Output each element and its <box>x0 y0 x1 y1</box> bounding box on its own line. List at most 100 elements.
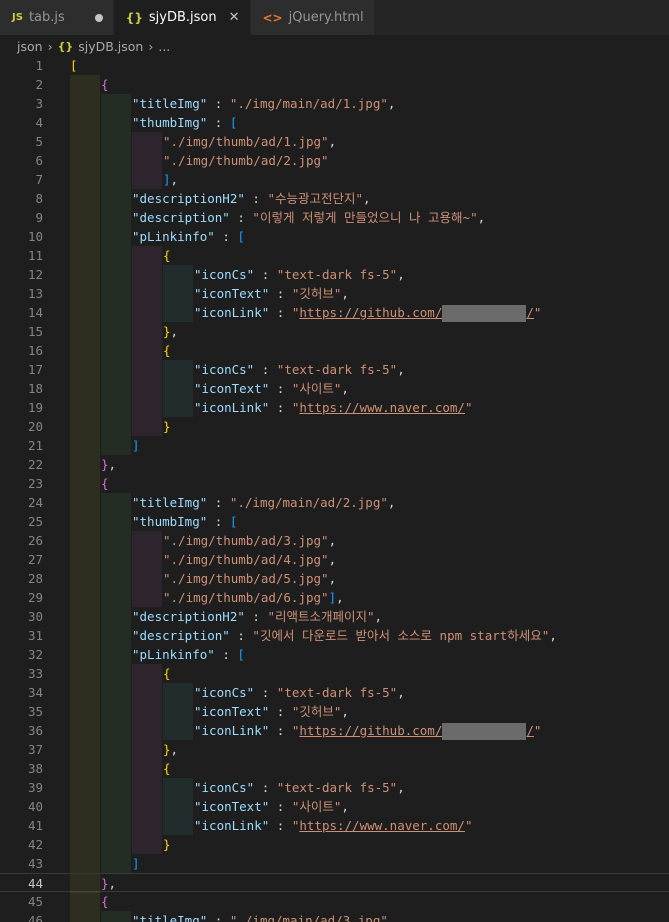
code-line[interactable]: 13 "iconText" : "깃허브", <box>0 284 669 303</box>
code-text: }, <box>163 324 179 339</box>
code-text: [ <box>70 58 78 73</box>
tab-sjydb-json[interactable]: {} sjyDB.json ✕ <box>113 0 251 35</box>
code-line[interactable]: 30 "descriptionH2" : "리액트소개페이지", <box>0 607 669 626</box>
html-file-icon: <> <box>262 10 283 25</box>
code-text: "pLinkinfo" : [ <box>132 647 245 662</box>
code-line[interactable]: 5 "./img/thumb/ad/1.jpg", <box>0 132 669 151</box>
code-editor[interactable]: 1[2{3 "titleImg" : "./img/main/ad/1.jpg",… <box>0 56 669 922</box>
line-number: 25 <box>27 514 43 529</box>
chevron-right-icon: › <box>148 38 154 54</box>
indent-guide <box>132 550 162 569</box>
code-line[interactable]: 3 "titleImg" : "./img/main/ad/1.jpg", <box>0 94 669 113</box>
code-text: "titleImg" : "./img/main/ad/2.jpg", <box>132 495 396 510</box>
code-line[interactable]: 33 { <box>0 664 669 683</box>
code-line[interactable]: 4 "thumbImg" : [ <box>0 113 669 132</box>
code-text: "description" : "이렇게 저렇게 만들었으니 나 고용해~", <box>132 210 486 225</box>
indent-guide <box>70 531 100 550</box>
line-number: 24 <box>27 495 43 510</box>
indent-guide <box>132 702 162 721</box>
code-line[interactable]: 24 "titleImg" : "./img/main/ad/2.jpg", <box>0 493 669 512</box>
code-line[interactable]: 16 { <box>0 341 669 360</box>
code-line[interactable]: 21] <box>0 436 669 455</box>
code-line[interactable]: 14 "iconLink" : "https://github.com//" <box>0 303 669 322</box>
tab-tab-js[interactable]: JS tab.js <box>0 0 114 35</box>
code-text: "iconText" : "사이트", <box>194 799 349 814</box>
indent-guide <box>101 284 131 303</box>
code-line[interactable]: 43] <box>0 854 669 873</box>
code-line[interactable]: 8 "descriptionH2" : "수능광고전단지", <box>0 189 669 208</box>
code-line[interactable]: 23 { <box>0 474 669 493</box>
code-line[interactable]: 28 "./img/thumb/ad/5.jpg", <box>0 569 669 588</box>
code-line[interactable]: 20} <box>0 417 669 436</box>
indent-guide <box>101 759 131 778</box>
code-line[interactable]: 34 "iconCs" : "text-dark fs-5", <box>0 683 669 702</box>
code-line[interactable]: 22}, <box>0 455 669 474</box>
breadcrumb-file[interactable]: sjyDB.json <box>78 39 143 54</box>
code-line[interactable]: 40 "iconText" : "사이트", <box>0 797 669 816</box>
code-line[interactable]: 42} <box>0 835 669 854</box>
code-line[interactable]: 37}, <box>0 740 669 759</box>
indent-guide <box>163 398 193 417</box>
indent-guide <box>163 721 193 740</box>
indent-guide <box>163 379 193 398</box>
indent-guide <box>70 94 100 113</box>
code-line[interactable]: 32 "pLinkinfo" : [ <box>0 645 669 664</box>
code-line[interactable]: 11 { <box>0 246 669 265</box>
line-number: 18 <box>27 381 43 396</box>
code-line[interactable]: 12 "iconCs" : "text-dark fs-5", <box>0 265 669 284</box>
code-line[interactable]: 6 "./img/thumb/ad/2.jpg" <box>0 151 669 170</box>
code-line[interactable]: 31 "description" : "깃에서 다운로드 받아서 소스로 npm … <box>0 626 669 645</box>
code-line[interactable]: 29 "./img/thumb/ad/6.jpg"], <box>0 588 669 607</box>
code-line[interactable]: 17 "iconCs" : "text-dark fs-5", <box>0 360 669 379</box>
code-line[interactable]: 9 "description" : "이렇게 저렇게 만들었으니 나 고용해~", <box>0 208 669 227</box>
code-text: { <box>163 248 171 263</box>
line-number: 16 <box>27 343 43 358</box>
code-line[interactable]: 36 "iconLink" : "https://github.com//" <box>0 721 669 740</box>
code-line[interactable]: 45 { <box>0 892 669 911</box>
code-text: { <box>163 761 171 776</box>
chevron-right-icon: › <box>47 38 53 54</box>
indent-guide <box>101 341 131 360</box>
unsaved-dot-icon[interactable] <box>94 13 103 22</box>
code-line[interactable]: 15}, <box>0 322 669 341</box>
code-line[interactable]: 10 "pLinkinfo" : [ <box>0 227 669 246</box>
code-line[interactable]: 39 "iconCs" : "text-dark fs-5", <box>0 778 669 797</box>
indent-guide <box>70 721 100 740</box>
code-text: "./img/thumb/ad/4.jpg", <box>163 552 337 567</box>
line-number: 14 <box>27 305 43 320</box>
code-line[interactable]: 19 "iconLink" : "https://www.naver.com/" <box>0 398 669 417</box>
code-line[interactable]: 18 "iconText" : "사이트", <box>0 379 669 398</box>
line-number: 8 <box>35 191 43 206</box>
code-line[interactable]: 27 "./img/thumb/ad/4.jpg", <box>0 550 669 569</box>
code-line[interactable]: 46 "titleImg" : "./img/main/ad/3.jpg", <box>0 911 669 922</box>
indent-guide <box>70 474 100 493</box>
indent-guide <box>70 227 100 246</box>
code-line[interactable]: 44}, <box>0 873 669 893</box>
code-line[interactable]: 7], <box>0 170 669 189</box>
code-text: "thumbImg" : [ <box>132 514 238 529</box>
code-text: "iconText" : "깃허브", <box>194 286 349 301</box>
code-line[interactable]: 38 { <box>0 759 669 778</box>
indent-guide <box>163 303 193 322</box>
line-number: 33 <box>27 666 43 681</box>
breadcrumb-folder[interactable]: json <box>17 39 43 54</box>
close-icon[interactable]: ✕ <box>229 10 240 25</box>
code-line[interactable]: 2{ <box>0 75 669 94</box>
code-line[interactable]: 41 "iconLink" : "https://www.naver.com/" <box>0 816 669 835</box>
indent-guide <box>70 835 100 854</box>
line-number: 34 <box>27 685 43 700</box>
code-text: "./img/thumb/ad/6.jpg"], <box>163 590 344 605</box>
indent-guide <box>101 417 131 436</box>
breadcrumb-more[interactable]: ... <box>158 39 170 54</box>
code-line[interactable]: 1[ <box>0 56 669 75</box>
code-text: "descriptionH2" : "리액트소개페이지", <box>132 609 383 624</box>
line-number: 6 <box>35 153 43 168</box>
indent-guide <box>132 246 162 265</box>
code-line[interactable]: 35 "iconText" : "깃허브", <box>0 702 669 721</box>
tab-jquery-html[interactable]: <> jQuery.html <box>250 0 375 35</box>
code-text: { <box>163 666 171 681</box>
code-line[interactable]: 25 "thumbImg" : [ <box>0 512 669 531</box>
code-line[interactable]: 26 "./img/thumb/ad/3.jpg", <box>0 531 669 550</box>
line-number: 40 <box>27 799 43 814</box>
indent-guide <box>70 854 100 873</box>
